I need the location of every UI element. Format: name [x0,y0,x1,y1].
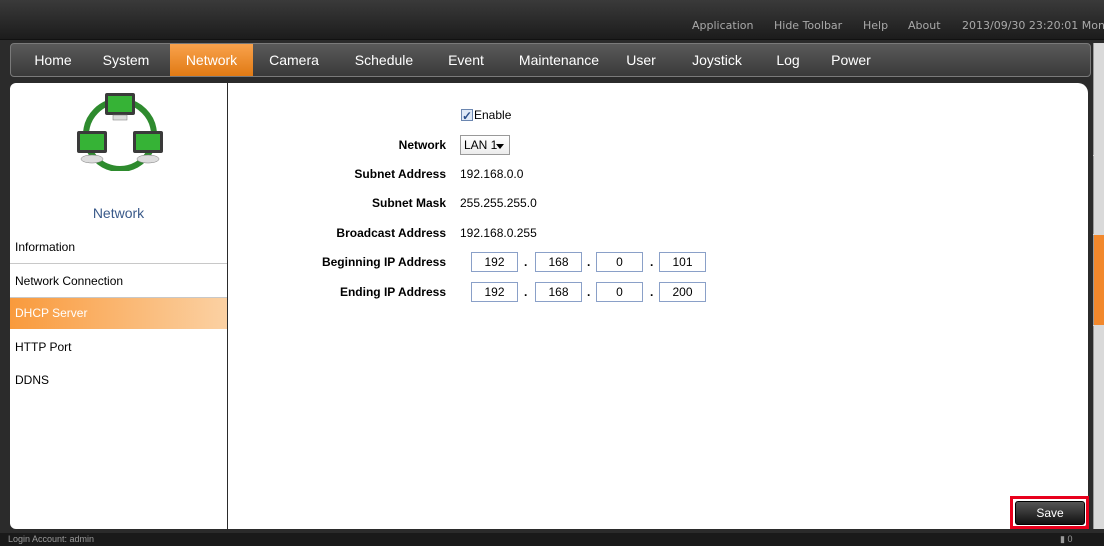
menu-user[interactable]: User [619,44,663,76]
beginning-ip-label: Beginning IP Address [321,255,446,269]
ending-ip-row: Ending IP Address . . . [228,282,1088,302]
beginning-ip-row: Beginning IP Address . . . [228,252,1088,272]
network-row: Network LAN 1 [228,135,1088,155]
ip-separator: . [524,285,528,299]
status-count: 0 [1067,534,1073,544]
network-label: Network [398,138,446,152]
sidebar: Network Information Network Connection D… [10,83,227,529]
sidebar-divider [10,263,227,264]
menu-event[interactable]: Event [436,44,496,76]
menu-network[interactable]: Network [170,44,253,76]
subnet-mask-value: 255.255.255.0 [460,196,537,210]
top-toolbar: Application Hide Toolbar Help About 2013… [0,0,1104,40]
help-link[interactable]: Help [863,19,888,32]
sidebar-item-network-connection[interactable]: Network Connection [10,266,227,297]
ip-separator: . [650,255,654,269]
menu-camera[interactable]: Camera [261,44,327,76]
ip-separator: . [587,255,591,269]
ending-ip-octet-1[interactable] [471,282,518,302]
right-side-tabs [1093,43,1104,529]
beginning-ip-octet-4[interactable] [659,252,706,272]
enable-row: Enable [228,105,1088,126]
chevron-down-icon [496,144,504,149]
status-bar: Login Account: admin ▮ 0 [0,533,1104,546]
sidebar-item-ddns[interactable]: DDNS [10,365,227,396]
ending-ip-octet-3[interactable] [596,282,643,302]
network-select-value: LAN 1 [464,138,498,152]
subnet-mask-row: Subnet Mask 255.255.255.0 [228,193,1088,213]
broadcast-address-value: 192.168.0.255 [460,226,537,240]
broadcast-address-label: Broadcast Address [336,226,446,240]
subnet-mask-label: Subnet Mask [371,196,446,210]
network-select[interactable]: LAN 1 [460,135,510,155]
broadcast-row: Broadcast Address 192.168.0.255 [228,223,1088,243]
dhcp-server-form: Enable Network LAN 1 Subnet Address 192.… [228,83,1088,529]
ip-separator: . [650,285,654,299]
network-icon [77,93,163,171]
ip-separator: . [587,285,591,299]
menu-maintenance[interactable]: Maintenance [507,44,611,76]
ending-ip-octet-2[interactable] [535,282,582,302]
application-link[interactable]: Application [692,19,753,32]
subnet-address-label: Subnet Address [354,167,446,181]
beginning-ip-octet-3[interactable] [596,252,643,272]
signal-icon: ▮ [1060,534,1065,544]
enable-checkbox[interactable] [461,106,473,126]
hide-toolbar-link[interactable]: Hide Toolbar [774,19,842,32]
sidebar-title: Network [92,205,145,221]
subnet-address-value: 192.168.0.0 [460,167,524,181]
status-indicator: ▮ 0 [1060,533,1072,546]
ending-ip-octet-4[interactable] [659,282,706,302]
side-tab-setup[interactable] [1093,235,1104,325]
about-link[interactable]: About [908,19,941,32]
menu-home[interactable]: Home [25,44,81,76]
datetime-display: 2013/09/30 23:20:01 Mon [962,19,1104,32]
side-tab-playback[interactable] [1093,156,1104,234]
menu-power[interactable]: Power [823,44,879,76]
sidebar-item-information[interactable]: Information [10,232,227,263]
menu-schedule[interactable]: Schedule [343,44,425,76]
ending-ip-label: Ending IP Address [339,285,446,299]
beginning-ip-octet-2[interactable] [535,252,582,272]
save-button[interactable]: Save [1015,501,1085,525]
menu-log[interactable]: Log [768,44,808,76]
side-tab-empty [1093,326,1104,529]
menu-joystick[interactable]: Joystick [681,44,753,76]
enable-label: Enable [474,108,512,122]
sidebar-item-dhcp-server[interactable]: DHCP Server [10,298,227,329]
side-tab-live[interactable] [1093,43,1104,155]
menu-system[interactable]: System [95,44,157,76]
ip-separator: . [524,255,528,269]
login-account: Login Account: admin [8,534,95,544]
main-menu: Home System Network Camera Schedule Even… [10,43,1091,77]
sidebar-item-http-port[interactable]: HTTP Port [10,332,227,363]
subnet-address-row: Subnet Address 192.168.0.0 [228,164,1088,184]
beginning-ip-octet-1[interactable] [471,252,518,272]
